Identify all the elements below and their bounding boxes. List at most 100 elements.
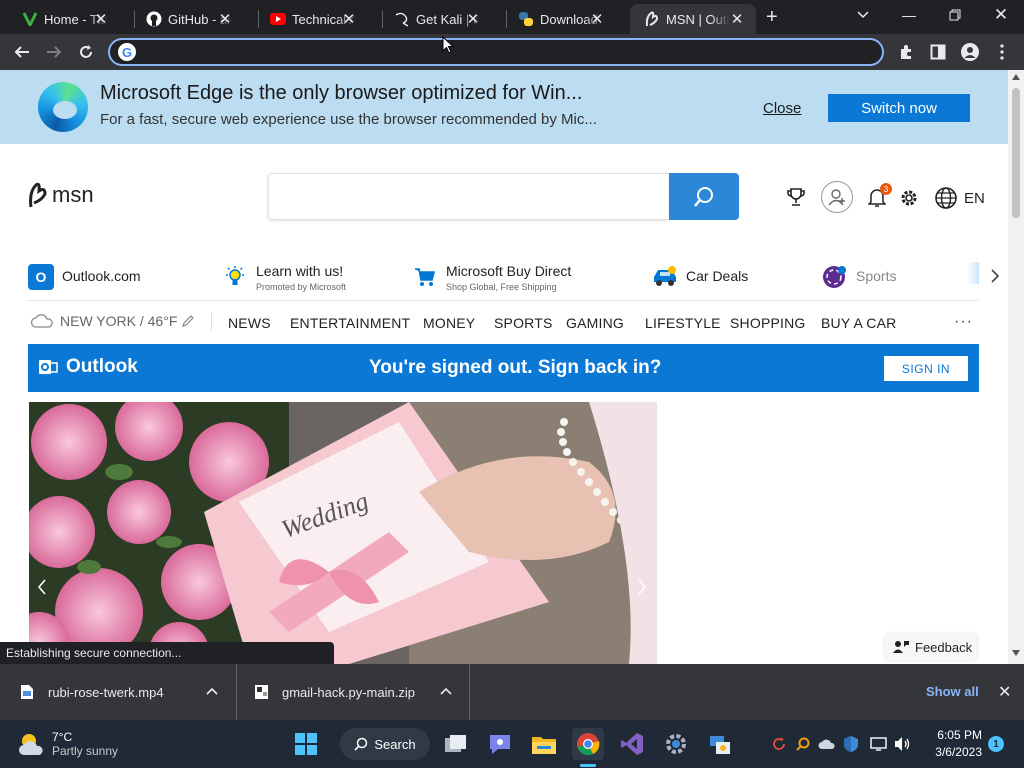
task-view-icon[interactable] — [440, 728, 472, 760]
restore-button[interactable] — [932, 0, 978, 30]
close-banner-link[interactable]: Close — [763, 100, 801, 117]
close-tab-icon[interactable]: ✕ — [340, 10, 358, 28]
scroll-down-arrow-icon[interactable] — [1012, 650, 1020, 656]
nav-buy-a-car[interactable]: BUY A CAR — [821, 315, 896, 331]
nav-gaming[interactable]: GAMING — [566, 315, 624, 331]
close-shelf-icon[interactable]: ✕ — [998, 682, 1011, 702]
kali-icon — [394, 11, 410, 27]
scrollbar-thumb[interactable] — [1012, 88, 1020, 218]
clock[interactable]: 6:05 PM 3/6/2023 — [926, 728, 982, 759]
close-tab-icon[interactable]: ✕ — [464, 10, 482, 28]
forward-button[interactable] — [42, 40, 66, 64]
nav-more-ellipsis-icon[interactable]: ··· — [954, 313, 973, 331]
quicklinks-next-chevron-icon[interactable] — [990, 268, 1000, 289]
close-window-button[interactable]: ✕ — [978, 0, 1024, 30]
teams-chat-icon[interactable] — [484, 728, 516, 760]
page-scrollbar[interactable] — [1008, 70, 1024, 664]
scroll-up-arrow-icon[interactable] — [1012, 74, 1020, 80]
profile-icon[interactable] — [958, 40, 982, 64]
python-icon — [518, 11, 534, 27]
chrome-taskbar-icon[interactable] — [572, 728, 604, 760]
lightbulb-icon — [222, 264, 248, 290]
side-panel-icon[interactable] — [926, 40, 950, 64]
taskbar-search-button[interactable]: Search — [340, 728, 430, 760]
show-all-downloads-button[interactable]: Show all — [926, 684, 979, 699]
file-explorer-icon[interactable] — [528, 728, 560, 760]
msn-icon — [644, 11, 660, 27]
nav-lifestyle[interactable]: LIFESTYLE — [645, 315, 721, 331]
minimize-button[interactable]: — — [886, 0, 932, 30]
sync-tray-icon[interactable] — [770, 735, 788, 753]
settings-gear-icon[interactable] — [899, 188, 919, 213]
edge-promo-banner: Microsoft Edge is the only browser optim… — [0, 70, 1008, 144]
rewards-trophy-icon[interactable] — [786, 187, 806, 212]
edit-pencil-icon[interactable] — [181, 314, 195, 328]
language-selector[interactable]: EN — [934, 186, 985, 210]
feedback-button[interactable]: Feedback — [885, 634, 977, 660]
nav-news[interactable]: NEWS — [228, 315, 271, 331]
tab-2[interactable]: Technical A ✕ — [270, 4, 356, 34]
nav-money[interactable]: MONEY — [423, 315, 475, 331]
security-shield-tray-icon[interactable] — [842, 735, 860, 753]
close-tab-icon[interactable]: ✕ — [588, 10, 606, 28]
close-tab-icon[interactable]: ✕ — [216, 10, 234, 28]
tab-search-icon[interactable] — [840, 0, 886, 30]
car-icon — [652, 264, 678, 290]
tab-5-active[interactable]: MSN | Outl ✕ — [630, 4, 756, 34]
search-tray-icon[interactable] — [794, 735, 812, 753]
download-item[interactable]: rubi-rose-twerk.mp4 — [20, 664, 230, 720]
close-tab-icon[interactable]: ✕ — [92, 10, 110, 28]
chevron-up-icon[interactable] — [206, 687, 218, 695]
search-button[interactable] — [669, 173, 739, 220]
download-divider — [236, 664, 237, 720]
notifications-bell-icon[interactable]: 3 — [867, 183, 892, 213]
tab-0[interactable]: Home - Tita ✕ — [22, 4, 108, 34]
visual-studio-icon[interactable] — [616, 728, 648, 760]
quicklink-outlook[interactable]: O Outlook.com — [28, 260, 141, 294]
quicklink-label: Microsoft Buy Direct — [446, 262, 572, 279]
extensions-icon[interactable] — [894, 40, 918, 64]
tab-4[interactable]: Download ✕ — [518, 4, 604, 34]
chevron-up-icon[interactable] — [440, 687, 452, 695]
msn-logo[interactable]: msn — [28, 182, 94, 208]
weather-widget[interactable]: 7°C Partly sunny — [18, 730, 118, 758]
start-windows-icon[interactable] — [290, 728, 322, 760]
settings-app-icon[interactable] — [660, 728, 692, 760]
outlook-sign-in-button[interactable]: SIGN IN — [884, 356, 968, 381]
vim-icon — [22, 11, 38, 27]
mouse-cursor-icon — [442, 35, 455, 59]
download-item[interactable]: gmail-hack.py-main.zip — [254, 664, 464, 720]
network-tray-icon[interactable] — [870, 735, 888, 753]
new-tab-button[interactable]: + — [766, 6, 778, 29]
sign-in-avatar-icon[interactable] — [821, 181, 853, 213]
quicklink-overflow-fade — [967, 262, 979, 284]
outlook-brand: Outlook — [38, 356, 138, 378]
tab-1[interactable]: GitHub - ak ✕ — [146, 4, 232, 34]
weather-location[interactable]: NEW YORK / 46°F — [30, 313, 195, 329]
quicklink-learn[interactable]: Learn with us! Promoted by Microsoft — [222, 260, 346, 294]
nav-sports[interactable]: SPORTS — [494, 315, 553, 331]
menu-kebab-icon[interactable] — [990, 40, 1014, 64]
switch-now-button[interactable]: Switch now — [828, 94, 970, 122]
carousel-next-icon[interactable] — [637, 578, 647, 601]
reload-button[interactable] — [74, 40, 98, 64]
taskbar-temperature: 7°C — [52, 730, 73, 744]
address-bar[interactable]: G — [108, 38, 884, 66]
carousel-prev-icon[interactable] — [37, 578, 47, 601]
quicklink-car-deals[interactable]: Car Deals — [652, 260, 748, 294]
notification-count-badge: 3 — [880, 183, 892, 195]
notification-center-badge[interactable]: 1 — [988, 736, 1004, 752]
control-panel-icon[interactable] — [704, 728, 736, 760]
nav-shopping[interactable]: SHOPPING — [730, 315, 806, 331]
search-input[interactable] — [268, 173, 668, 220]
onedrive-tray-icon[interactable] — [818, 735, 836, 753]
tab-3[interactable]: Get Kali | K ✕ — [394, 4, 480, 34]
back-button[interactable] — [10, 40, 34, 64]
volume-tray-icon[interactable] — [894, 735, 912, 753]
quicklink-sports[interactable]: Sports — [822, 260, 896, 294]
nav-entertainment[interactable]: ENTERTAINMENT — [290, 315, 410, 331]
hero-carousel-image[interactable]: Wedding — [29, 402, 657, 664]
quicklink-buy-direct[interactable]: Microsoft Buy Direct Shop Global, Free Sh… — [412, 260, 571, 294]
windows-taskbar: 7°C Partly sunny Search 6:05 PM 3/6/2023… — [0, 720, 1024, 768]
close-tab-icon[interactable]: ✕ — [728, 10, 746, 28]
